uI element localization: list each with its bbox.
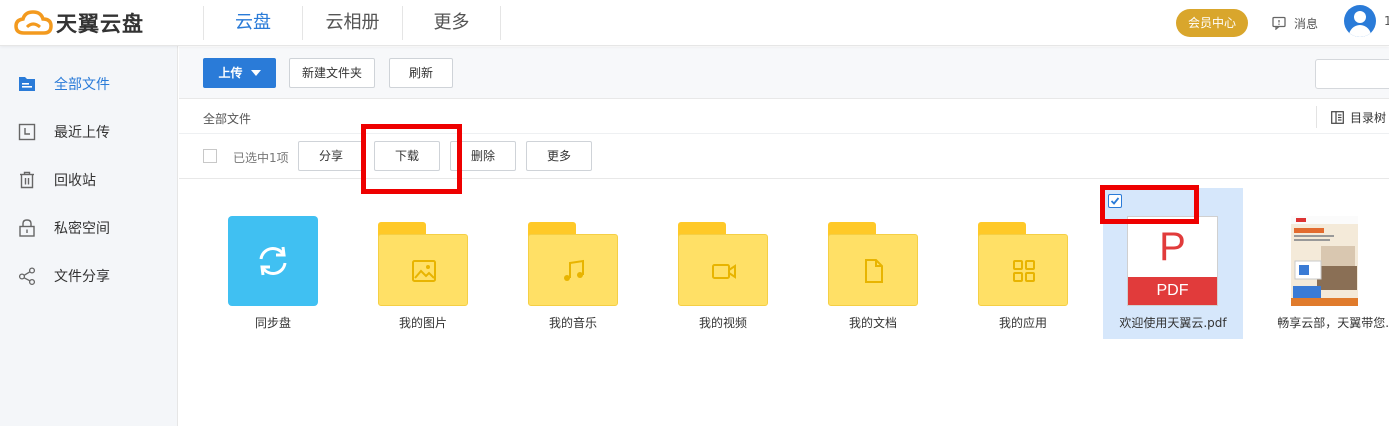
file-name: 我的图片 xyxy=(398,316,447,330)
pdf-letter: P xyxy=(1159,225,1186,269)
lock-icon xyxy=(19,219,35,237)
document-icon xyxy=(865,259,883,283)
sidebar-item-file-share[interactable]: 文件分享 xyxy=(0,252,178,300)
file-item-my-videos[interactable]: 我的视频 xyxy=(629,188,769,338)
directory-tree-label: 目录树 xyxy=(1350,110,1387,125)
selection-count: 已选中1项 xyxy=(233,151,289,165)
pdf-label: PDF xyxy=(1128,277,1217,305)
sidebar-item-all-files[interactable]: 全部文件 xyxy=(0,60,178,108)
main-nav: 云盘 云相册 更多 xyxy=(203,6,501,40)
promo-image-art xyxy=(1291,216,1358,306)
nav-tab-cloud-disk[interactable]: 云盘 xyxy=(203,6,303,40)
search-input[interactable] xyxy=(1315,59,1389,89)
sidebar-item-recent-upload[interactable]: 最近上传 xyxy=(0,108,178,156)
sync-folder-tile xyxy=(228,216,318,306)
apps-icon xyxy=(1013,260,1035,282)
file-grid: 同步盘 我的图片 我的音乐 我的视频 我的文档 我的应用 P PDF 欢迎使用天… xyxy=(179,180,1389,426)
all-files-icon xyxy=(19,77,35,91)
user-avatar[interactable] xyxy=(1344,5,1376,37)
file-item-promo-image[interactable]: 畅享云部，天翼带您... xyxy=(1253,188,1389,338)
top-header: 天翼云盘 云盘 云相册 更多 会员中心 消息 1 xyxy=(0,0,1389,46)
nav-tab-cloud-album[interactable]: 云相册 xyxy=(303,6,403,40)
sidebar-item-label: 文件分享 xyxy=(54,269,110,285)
file-item-my-documents[interactable]: 我的文档 xyxy=(779,188,919,338)
sync-icon xyxy=(259,246,287,276)
chevron-down-icon xyxy=(250,70,261,76)
file-checkbox[interactable] xyxy=(1108,194,1122,208)
delete-button[interactable]: 删除 xyxy=(450,141,516,171)
file-name: 欢迎使用天翼云.pdf xyxy=(1119,316,1227,330)
message-icon xyxy=(1272,16,1286,30)
avatar-body-shape xyxy=(1349,25,1371,37)
file-name: 我的视频 xyxy=(698,316,747,330)
select-all-checkbox[interactable] xyxy=(203,149,217,163)
file-name: 同步盘 xyxy=(254,316,291,330)
selection-bar: 已选中1项 分享 下载 删除 更多 xyxy=(179,134,1389,179)
file-toolbar: 上传 新建文件夹 刷新 xyxy=(179,47,1389,99)
new-folder-button[interactable]: 新建文件夹 xyxy=(289,58,375,88)
folder-icon xyxy=(378,222,468,306)
checkmark-icon xyxy=(1110,197,1120,205)
video-icon xyxy=(712,264,736,279)
file-item-my-pictures[interactable]: 我的图片 xyxy=(329,188,469,338)
sidebar-item-recycle-bin[interactable]: 回收站 xyxy=(0,156,178,204)
refresh-button[interactable]: 刷新 xyxy=(389,58,453,88)
logo-text: 天翼云盘 xyxy=(56,12,144,36)
share-icon xyxy=(18,267,36,286)
trash-icon xyxy=(20,171,34,189)
path-bar: 全部文件 目录树 xyxy=(179,100,1389,134)
folder-icon xyxy=(828,222,918,306)
file-item-welcome-pdf[interactable]: P PDF 欢迎使用天翼云.pdf xyxy=(1103,188,1243,339)
user-name[interactable]: 1 xyxy=(1384,14,1389,28)
folder-icon xyxy=(678,222,768,306)
more-actions-button[interactable]: 更多 xyxy=(526,141,592,171)
breadcrumb[interactable]: 全部文件 xyxy=(203,110,251,127)
upload-label: 上传 xyxy=(218,66,243,80)
file-name: 我的文档 xyxy=(848,316,897,330)
messages-label: 消息 xyxy=(1294,16,1319,31)
music-icon xyxy=(564,259,584,281)
sidebar-item-label: 全部文件 xyxy=(54,77,110,93)
sidebar-item-label: 最近上传 xyxy=(54,125,110,141)
folder-icon xyxy=(978,222,1068,306)
vip-center-button[interactable]: 会员中心 xyxy=(1176,9,1248,37)
file-name: 我的应用 xyxy=(998,316,1047,330)
download-button[interactable]: 下载 xyxy=(374,141,440,171)
cloud-logo-icon xyxy=(14,10,53,35)
messages-link[interactable]: 消息 xyxy=(1272,13,1318,33)
sidebar: 全部文件 最近上传 回收站 私密空间 文件分享 xyxy=(0,46,178,426)
file-item-my-music[interactable]: 我的音乐 xyxy=(479,188,619,338)
file-item-my-apps[interactable]: 我的应用 xyxy=(929,188,1069,338)
file-item-sync-disk[interactable]: 同步盘 xyxy=(179,188,319,338)
nav-tab-more[interactable]: 更多 xyxy=(403,6,501,40)
logo[interactable]: 天翼云盘 xyxy=(14,8,144,38)
pdf-icon: P PDF xyxy=(1127,216,1218,306)
folder-icon xyxy=(528,222,618,306)
file-name: 畅享云部，天翼带您... xyxy=(1277,316,1389,330)
sidebar-item-private-space[interactable]: 私密空间 xyxy=(0,204,178,252)
sidebar-item-label: 回收站 xyxy=(54,173,96,189)
directory-tree-icon xyxy=(1331,110,1344,124)
sidebar-item-label: 私密空间 xyxy=(54,221,110,237)
upload-button[interactable]: 上传 xyxy=(203,58,276,88)
directory-tree-toggle[interactable]: 目录树 xyxy=(1316,106,1386,128)
avatar-head-shape xyxy=(1354,11,1366,23)
recent-upload-icon xyxy=(18,123,36,141)
share-button[interactable]: 分享 xyxy=(298,141,364,171)
image-icon xyxy=(412,260,436,282)
file-name: 我的音乐 xyxy=(548,316,597,330)
image-thumbnail xyxy=(1291,216,1358,306)
